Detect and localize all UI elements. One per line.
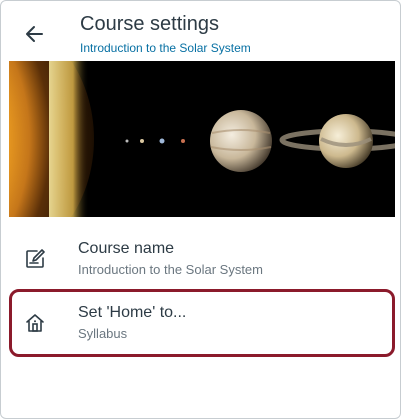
home-setting-value: Syllabus xyxy=(78,326,128,341)
course-settings-screen: Course settings Introduction to the Sola… xyxy=(0,0,401,419)
page-title: Course settings xyxy=(80,13,219,35)
course-name-row[interactable]: Course name Introduction to the Solar Sy… xyxy=(1,229,400,293)
home-setting-row[interactable]: Set 'Home' to... Syllabus xyxy=(1,291,400,355)
home-icon xyxy=(23,311,47,335)
back-arrow-icon xyxy=(26,26,43,42)
header: Course settings Introduction to the Sola… xyxy=(1,1,400,61)
course-banner-image xyxy=(9,61,395,217)
home-setting-label: Set 'Home' to... xyxy=(78,304,187,321)
course-subtitle: Introduction to the Solar System xyxy=(80,41,251,55)
back-button[interactable] xyxy=(21,21,47,47)
course-name-value: Introduction to the Solar System xyxy=(78,262,263,277)
course-name-label: Course name xyxy=(78,240,175,257)
edit-icon xyxy=(23,247,47,271)
